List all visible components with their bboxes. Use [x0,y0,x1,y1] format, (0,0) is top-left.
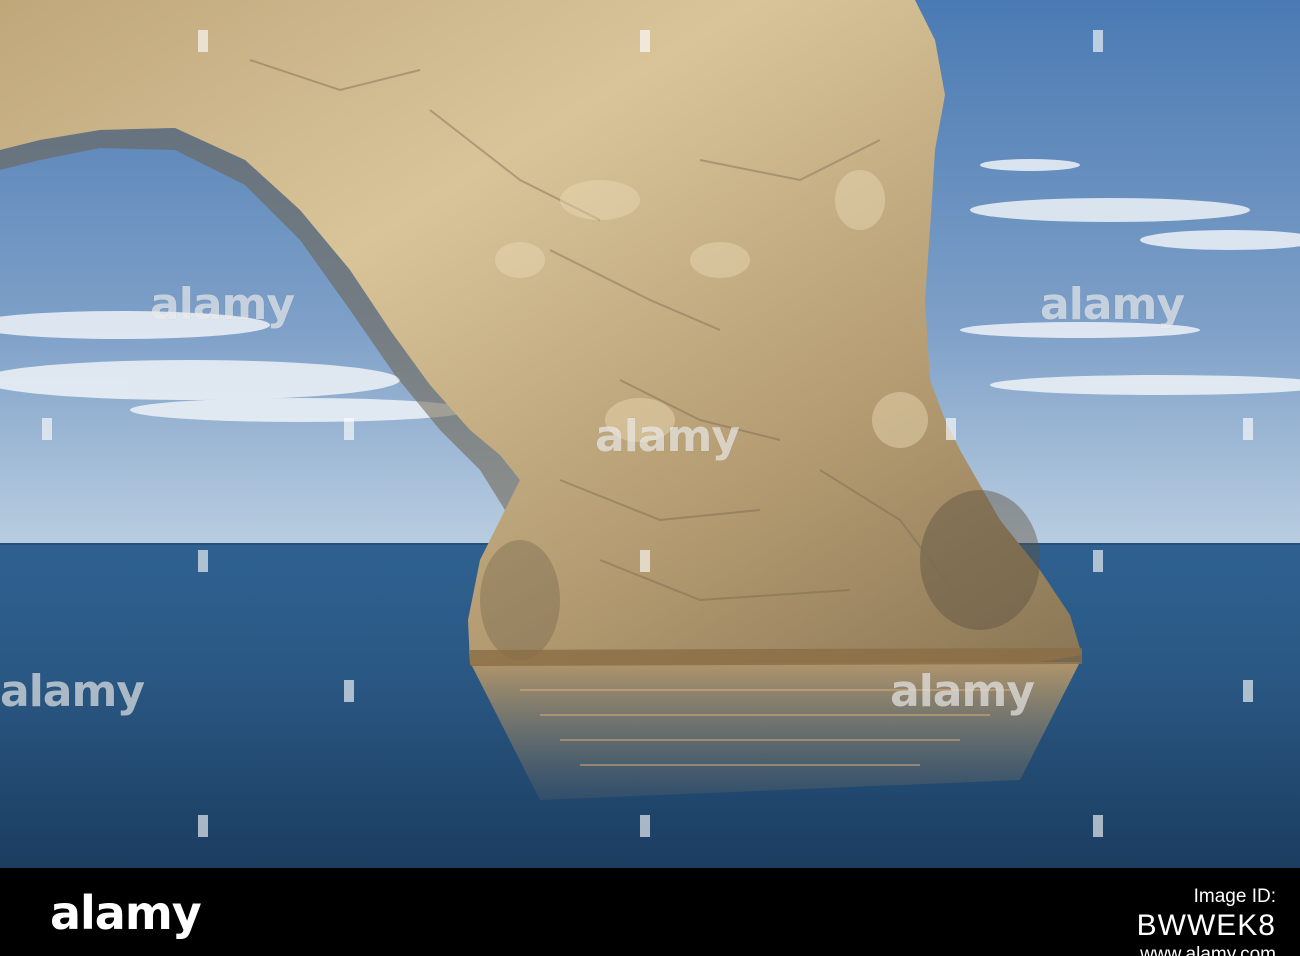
watermark-mark [946,418,956,440]
sea-arch-photo: alamy alamy alamy alamy alamy [0,0,1300,868]
alamy-url[interactable]: www.alamy.com [1137,944,1276,956]
image-id-label: Image ID: [1193,886,1276,907]
watermark-mark [42,418,52,440]
watermark-mark [198,550,208,572]
stock-photo-frame: alamy alamy alamy alamy alamy alamy Imag… [0,0,1300,956]
watermark-mark [1093,815,1103,837]
watermark-text: alamy [150,279,295,330]
image-id-value: BWWEK8 [1136,909,1276,942]
watermark-mark [344,680,354,702]
watermark-mark [198,30,208,52]
watermark-mark [640,30,650,52]
watermark-mark [344,418,354,440]
watermark-mark [640,815,650,837]
watermark-mark [1093,30,1103,52]
rock-waterline [470,648,1082,666]
watermark-mark [198,815,208,837]
watermark-text: alamy [1040,279,1185,330]
alamy-logo: alamy [50,886,202,940]
watermark-mark [1243,418,1253,440]
watermark-text: alamy [595,411,740,462]
stock-footer-bar: alamy Image ID: BWWEK8 www.alamy.com [0,868,1300,956]
rock-shadow-patch-2 [480,540,560,660]
watermark-mark [1093,550,1103,572]
rock-shadow-patch [920,490,1040,630]
watermark-mark [1243,680,1253,702]
watermark-text: alamy [890,666,1035,717]
image-id-block: Image ID: BWWEK8 www.alamy.com [1137,886,1276,956]
watermark-text: alamy [0,666,145,717]
watermark-mark [640,550,650,572]
